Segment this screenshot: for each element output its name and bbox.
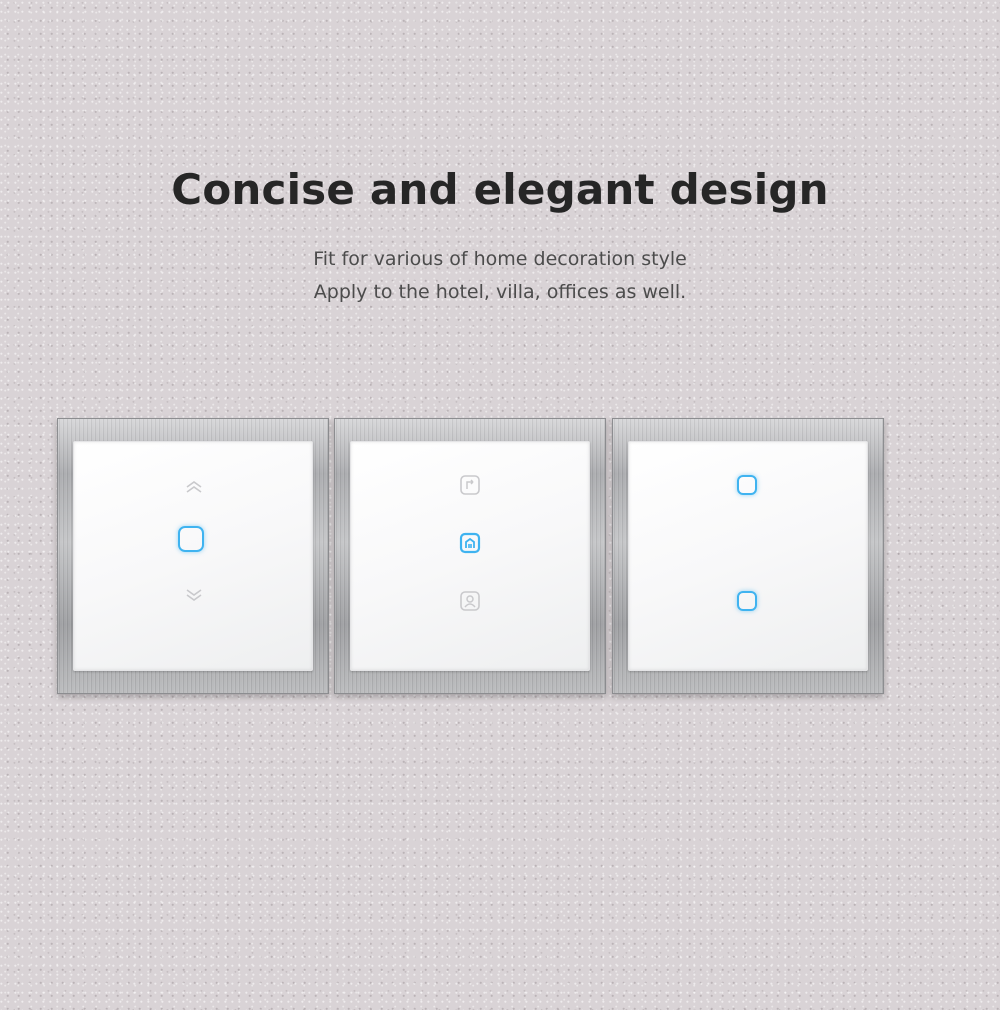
touch-key-icon[interactable] <box>178 526 204 552</box>
person-icon[interactable] <box>459 590 481 612</box>
chevron-down-icon[interactable] <box>184 588 204 602</box>
subline-decoration: Fit for various of home decoration style <box>313 248 687 270</box>
scene-switch <box>334 418 606 694</box>
two-gang-switch <box>612 418 884 694</box>
touch-key-icon[interactable] <box>737 591 757 611</box>
scene-icon[interactable] <box>459 474 481 496</box>
glass-panel <box>628 441 868 671</box>
glass-panel <box>73 441 313 671</box>
chevron-up-icon[interactable] <box>184 480 204 494</box>
touch-key-icon[interactable] <box>737 475 757 495</box>
curtain-switch <box>57 418 329 694</box>
glass-panel <box>350 441 590 671</box>
home-icon[interactable] <box>459 532 481 554</box>
headline: Concise and elegant design <box>171 165 829 214</box>
subline-usage: Apply to the hotel, villa, offices as we… <box>313 281 687 303</box>
